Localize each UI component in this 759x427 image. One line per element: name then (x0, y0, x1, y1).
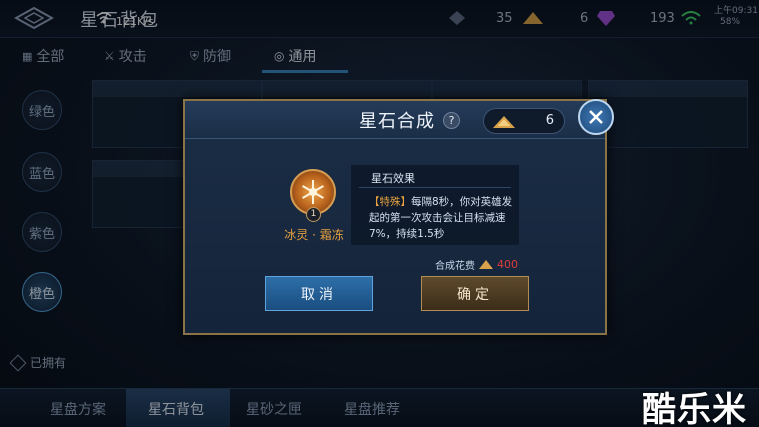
dialog-header: 星石合成 ? 6 (185, 101, 605, 139)
compose-dialog: 星石合成 ? 6 1 冰灵 · 霜冻 星石效果 【特殊】每隔8秒，你对英雄发起的… (183, 99, 607, 335)
star-sand-icon (493, 116, 515, 128)
star-sand-icon (479, 260, 493, 269)
stone-name: 冰灵 · 霜冻 (284, 228, 344, 242)
watermark: 酷乐米 (642, 390, 747, 427)
dialog-title: 星石合成 (359, 111, 435, 132)
confirm-button[interactable]: 确定 (421, 276, 529, 311)
effect-panel: 星石效果 【特殊】每隔8秒，你对英雄发起的第一次攻击会让目标减速7%，持续1.5… (351, 165, 519, 245)
close-button[interactable] (578, 99, 614, 135)
star-sand-count: 6 (545, 113, 554, 128)
cost-label: 合成花费 (435, 261, 475, 272)
stone-level-badge: 1 (306, 207, 321, 222)
close-icon (589, 110, 603, 124)
compose-cost: 合成花费 400 (435, 257, 518, 272)
cancel-button[interactable]: 取消 (265, 276, 373, 311)
cost-value: 400 (497, 258, 518, 271)
snowflake-icon (302, 180, 324, 204)
divider (359, 187, 511, 188)
star-sand-balance: 6 (483, 108, 565, 134)
effect-title: 星石效果 (371, 172, 415, 185)
effect-tag: 【特殊】 (369, 196, 411, 208)
help-button[interactable]: ? (443, 112, 460, 129)
effect-description: 【特殊】每隔8秒，你对英雄发起的第一次攻击会让目标减速7%，持续1.5秒 (369, 194, 519, 242)
